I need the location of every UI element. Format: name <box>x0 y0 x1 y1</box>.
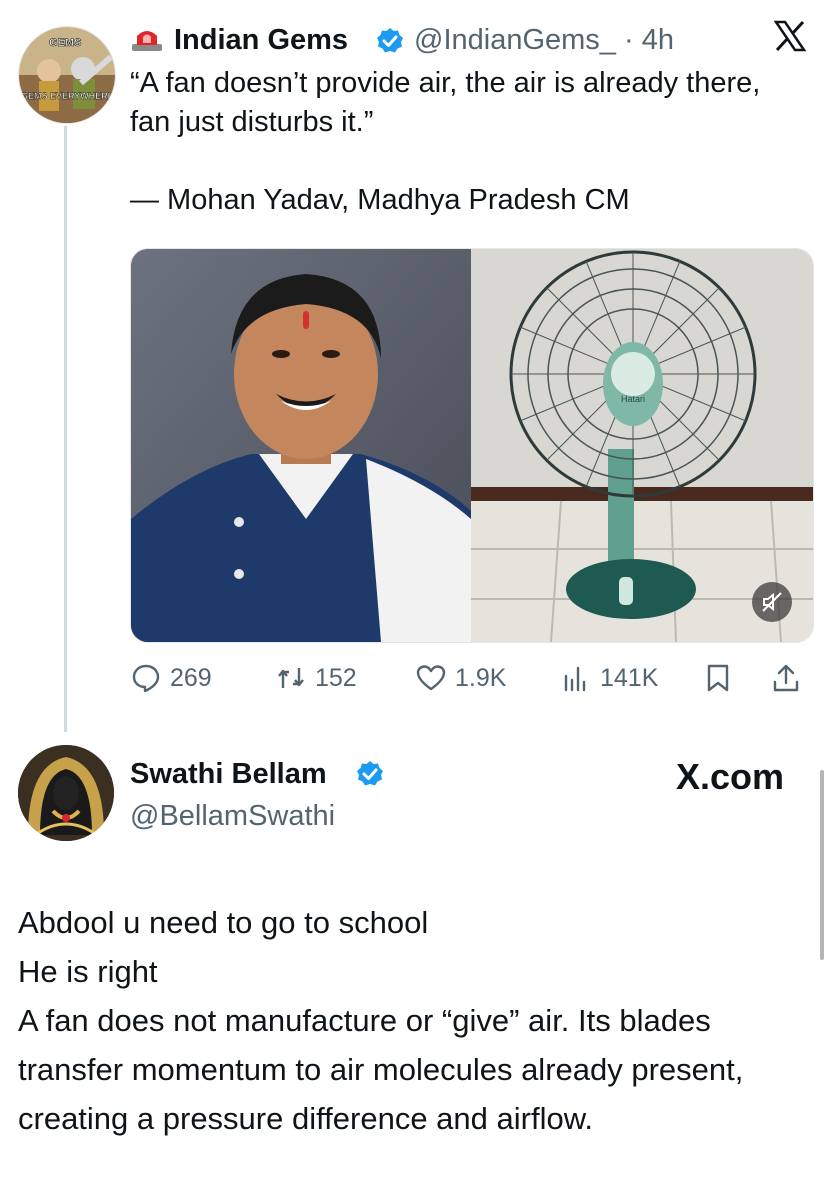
mute-icon <box>762 592 782 612</box>
views-button[interactable]: 141K <box>560 658 658 698</box>
portrait-image[interactable] <box>131 249 471 642</box>
reply-button[interactable]: 269 <box>130 658 212 698</box>
reply-author-name[interactable]: Swathi Bellam <box>130 756 327 792</box>
verified-icon <box>376 27 404 55</box>
xcom-watermark: X.com <box>676 756 785 797</box>
share-button[interactable] <box>770 658 810 698</box>
author-name[interactable]: Indian Gems <box>174 22 348 58</box>
avatar-bottom-text: GEMS EVERYWHERE <box>21 91 114 101</box>
author-avatar[interactable]: GEMS GEMS EVERYWHERE <box>18 26 116 124</box>
tweet-text: “A fan doesn’t provide air, the air is a… <box>130 67 761 216</box>
repost-icon <box>278 668 304 688</box>
views-icon <box>564 666 586 692</box>
reply-count: 269 <box>170 663 212 692</box>
reply-text: Abdool u need to go to school He is righ… <box>18 905 744 1136</box>
reply-icon <box>132 664 160 693</box>
bookmark-button[interactable] <box>702 658 742 698</box>
bookmark-icon <box>707 664 729 692</box>
reply-author-handle[interactable]: @BellamSwathi <box>130 798 335 834</box>
share-icon <box>773 664 799 692</box>
repost-count: 152 <box>315 663 357 692</box>
fan-brand-label: Hatari <box>621 394 645 404</box>
reply-verified-icon <box>356 760 384 788</box>
avatar-top-text: GEMS <box>49 37 82 50</box>
siren-icon <box>130 26 164 52</box>
thread-line <box>64 126 67 732</box>
like-count: 1.9K <box>455 663 507 692</box>
repost-button[interactable]: 152 <box>275 658 357 698</box>
view-count: 141K <box>600 663 659 692</box>
mute-button[interactable] <box>752 582 792 622</box>
tweet-media[interactable]: Hatari <box>130 248 814 643</box>
reply-author-avatar[interactable] <box>18 745 114 841</box>
x-logo-icon <box>770 16 810 56</box>
author-handle-time[interactable]: @IndianGems_ · 4h <box>414 22 674 58</box>
scrollbar[interactable] <box>820 770 824 960</box>
like-icon <box>416 665 446 691</box>
tweet-action-bar: 269 152 1.9K 141K <box>130 658 812 698</box>
like-button[interactable]: 1.9K <box>415 658 506 698</box>
